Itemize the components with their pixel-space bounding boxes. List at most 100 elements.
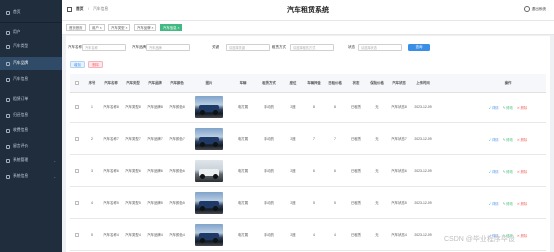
select-all-checkbox[interactable] <box>70 74 84 92</box>
table-cell-insure: 无 <box>375 200 379 205</box>
table-cell-time: 2023-12-09 <box>414 168 432 173</box>
tag-home[interactable]: 首页首页 <box>66 24 86 31</box>
return-icon <box>6 113 10 118</box>
tag-car-type[interactable]: 汽车类型 × <box>108 24 131 31</box>
logout-button[interactable]: 退出系统 <box>523 6 546 12</box>
table-cell-type: 汽车类型5 <box>125 200 141 205</box>
name-filter-label: 汽车名称 <box>68 45 82 49</box>
checkbox[interactable] <box>75 105 79 109</box>
lease-filter-label: 租赁方式 <box>272 45 286 49</box>
table-cell-status: 已租赁 <box>350 200 362 205</box>
action-label: 修改 <box>506 137 513 142</box>
add-button[interactable]: 增加 <box>70 61 85 68</box>
sidebar-item[interactable]: 系统信息 ⌄ <box>0 170 62 183</box>
checkbox[interactable] <box>75 233 79 237</box>
sidebar-item-label: 汽车品牌 <box>13 61 29 65</box>
delete-row-button[interactable]: ✕ 删除 <box>517 105 527 110</box>
sidebar-item[interactable]: 汽车信息 <box>0 73 62 86</box>
column-header: 汽车品牌 <box>148 81 162 85</box>
table-cell-seat: 2座 <box>290 200 296 205</box>
status-filter-select[interactable]: 请选择状态 <box>358 44 402 51</box>
tag-car-info[interactable]: 汽车信息 × <box>160 24 183 31</box>
column-header: 汽车类型 <box>126 81 140 85</box>
edit-button[interactable]: ✎ 修改 <box>503 169 513 174</box>
edit-button[interactable]: ✎ 修改 <box>503 201 513 206</box>
sidebar-item[interactable]: 用户 <box>0 26 62 39</box>
brand-filter-input[interactable]: 汽车品牌 <box>146 44 190 51</box>
delete-row-button[interactable]: ✕ 删除 <box>517 201 527 206</box>
search-button[interactable]: 查询 <box>408 44 430 51</box>
column-header: 座位 <box>289 81 297 85</box>
view-button[interactable]: ✓ 详情 <box>489 105 499 110</box>
row-select <box>70 124 84 154</box>
table-cell-deposit: 5 <box>313 200 315 205</box>
table-cell-seat: 2座 <box>290 136 296 141</box>
delete-row-button[interactable]: ✕ 删除 <box>517 137 527 142</box>
table-cell-time: 2023-12-09 <box>414 200 432 205</box>
info-icon <box>6 174 10 179</box>
sidebar-item-label: 留言评价 <box>13 144 29 148</box>
tags-bar: 首页首页 用户 × 汽车类型 × 汽车品牌 × 汽车信息 × <box>62 20 554 35</box>
checkbox[interactable] <box>75 137 79 141</box>
edit-button[interactable]: ✎ 修改 <box>503 105 513 110</box>
name-filter-input[interactable]: 汽车名称 <box>82 44 126 51</box>
row-actions: ✓ 详情 ✎ 修改 ✕ 删除 <box>470 92 546 122</box>
view-button[interactable]: ✓ 详情 <box>489 137 499 142</box>
action-label: 详情 <box>492 137 499 142</box>
delete-button[interactable]: 删除 <box>88 61 103 68</box>
order-icon <box>6 97 10 102</box>
delete-row-button[interactable]: ✕ 删除 <box>517 169 527 174</box>
table-cell-no: 3 <box>91 168 93 173</box>
column-header: 车辆 <box>239 81 247 85</box>
column-header: 序号 <box>88 81 96 85</box>
home-icon <box>6 10 10 15</box>
tag-user[interactable]: 用户 × <box>89 24 105 31</box>
table-cell-status: 已租赁 <box>350 232 362 237</box>
table-cell-seat: 2座 <box>290 232 296 237</box>
table-cell-deposit: 8 <box>313 104 315 109</box>
table-cell-color: 汽车颜色5 <box>169 200 185 205</box>
row-select <box>70 188 84 218</box>
sidebar-item[interactable]: 汽车类型 <box>0 40 62 53</box>
table-cell-carstatus: 汽车状态7 <box>391 136 407 141</box>
checkbox[interactable] <box>75 169 79 173</box>
sidebar-item-label: 租赁订单 <box>13 97 29 101</box>
sidebar-item[interactable]: 首页 <box>0 6 62 19</box>
sidebar-item[interactable]: 租赁订单 <box>0 93 62 106</box>
table-cell-color: 汽车颜色4 <box>169 232 185 237</box>
table-cell-seat: 2座 <box>290 168 296 173</box>
view-button[interactable]: ✓ 详情 <box>489 169 499 174</box>
table-cell-brand: 汽车品牌7 <box>147 136 163 141</box>
sidebar-item[interactable]: 汽车品牌 <box>0 57 62 70</box>
sidebar-item-label: 首页 <box>13 10 21 14</box>
car-photo <box>195 224 223 246</box>
action-label: 详情 <box>492 201 499 206</box>
lease-filter-select[interactable]: 请选择租赁方式 <box>290 44 334 51</box>
sidebar-item[interactable]: 收费信息 <box>0 124 62 137</box>
column-header: 图片 <box>205 81 213 85</box>
tag-car-brand[interactable]: 汽车品牌 × <box>134 24 157 31</box>
sidebar-item[interactable]: 归还信息 <box>0 109 62 122</box>
sidebar-item[interactable]: 留言评价 <box>0 140 62 153</box>
delete-row-button[interactable]: ✕ 删除 <box>517 233 527 238</box>
table-cell-deposit: 7 <box>313 136 315 141</box>
type-filter-select[interactable]: 请选择关键 <box>226 44 270 51</box>
action-label: 详情 <box>492 105 499 110</box>
column-header: 日租价格 <box>328 81 342 85</box>
checkbox[interactable] <box>75 201 79 205</box>
sidebar-item[interactable]: 系统管理 ⌄ <box>0 154 62 167</box>
edit-button[interactable]: ✎ 修改 <box>503 137 513 142</box>
view-button[interactable]: ✓ 详情 <box>489 201 499 206</box>
table-cell-deposit: 6 <box>313 168 315 173</box>
sidebar-item-label: 用户 <box>13 30 21 34</box>
main-content: 汽车名称 汽车名称 汽车品牌 汽车品牌 关键 请选择关键 租赁方式 请选择租赁方… <box>66 36 550 252</box>
table-row: 2 汽车名称7 汽车类型7 汽车品牌7 汽车颜色7 电打展 手动的 2座 7 7 已租赁 无 汽车状态7… <box>70 124 546 155</box>
table-cell-lease: 手动的 <box>263 168 275 173</box>
car-image <box>188 220 230 250</box>
car-image <box>188 188 230 218</box>
checkbox[interactable] <box>75 81 79 85</box>
table-cell-brand: 汽车品牌5 <box>147 200 163 205</box>
action-label: 删除 <box>520 105 528 110</box>
table-cell-car: 电打展 <box>237 200 249 205</box>
table-cell-lease: 手动的 <box>263 200 275 205</box>
